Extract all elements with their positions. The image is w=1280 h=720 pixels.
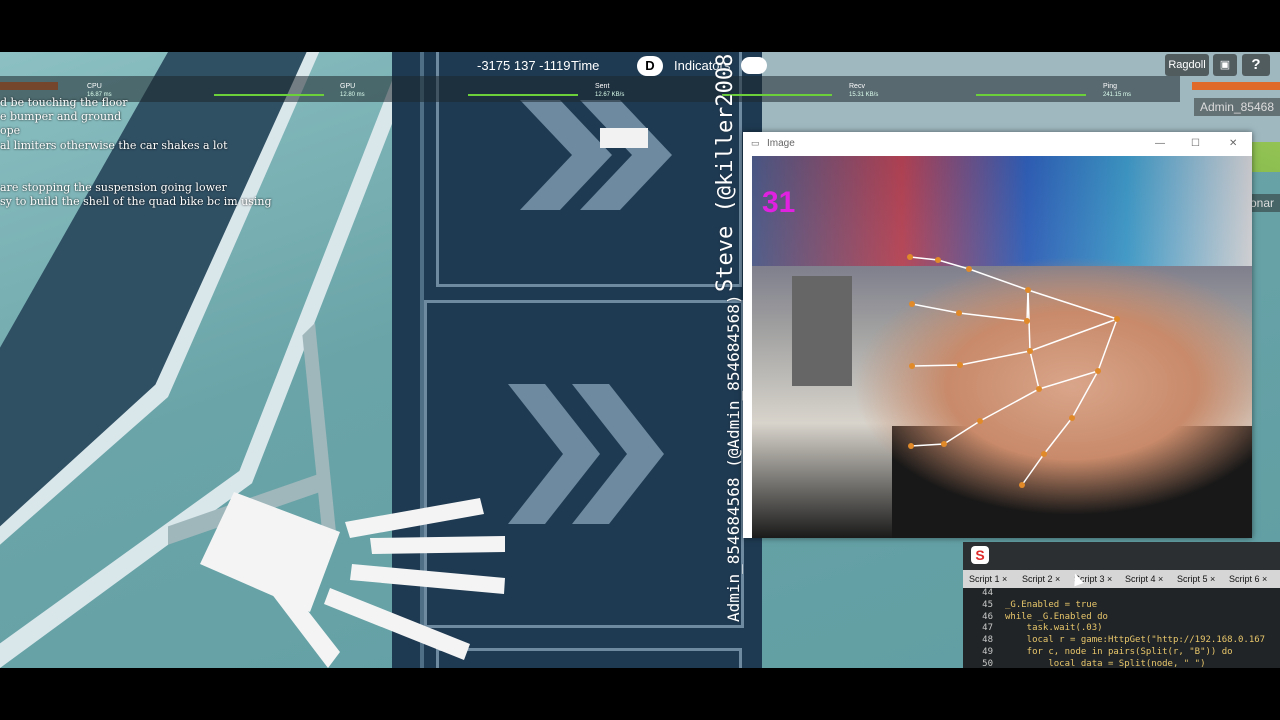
chat-line (0, 167, 272, 181)
stat-value: 12.67 KB/s (595, 92, 625, 98)
finger-counter: 31 (762, 186, 796, 219)
code-line: 46 while _G.Enabled do (963, 612, 1280, 624)
chat-line: d be touching the floor (0, 96, 128, 109)
stat-label: Recv (849, 83, 865, 90)
tab-script-6[interactable]: Script 6 × (1229, 574, 1267, 584)
stat-value: 12.80 ms (340, 92, 365, 98)
stat-sent: Sent 12.67 KB/s (595, 82, 624, 100)
code-line: 45 _G.Enabled = true (963, 600, 1280, 612)
blocky-finger (350, 564, 505, 594)
line-text: local r = game:HttpGet("http://192.168.0… (1005, 635, 1266, 646)
ragdoll-button[interactable]: Ragdoll (1165, 54, 1209, 76)
orange-bar-right (1192, 82, 1280, 90)
stat-recv: Recv 15.31 KB/s (849, 82, 878, 100)
player-character (600, 128, 648, 148)
tab-label: Script 4 (1125, 574, 1156, 584)
line-text: while _G.Enabled do (1005, 611, 1108, 622)
line-number: 48 (982, 635, 993, 646)
code-line: 49 for c, node in pairs(Split(r, "B")) d… (963, 647, 1280, 659)
admin-player-tag: Admin_85468 (1193, 98, 1280, 116)
chat-line: al limiters otherwise the car shakes a l… (0, 138, 228, 152)
help-button[interactable]: ? (1242, 54, 1270, 76)
line-text: _G.Enabled = true (1005, 599, 1098, 610)
player-nametag-steve: Steve (@killer2008 (713, 53, 738, 292)
line-number: 44 (982, 588, 993, 598)
code-line: 48 local r = game:HttpGet("http://192.16… (963, 635, 1280, 647)
chat-line: e bumper and ground (0, 110, 122, 124)
chat-line: ope (0, 124, 21, 138)
maximize-button[interactable]: ☐ (1191, 138, 1200, 149)
stat-value: 241.15 ms (1103, 92, 1132, 98)
stat-ping: Ping 241.15 ms (1103, 82, 1131, 100)
blocky-hand-palm (200, 492, 340, 612)
line-text: task.wait(.03) (1005, 623, 1103, 634)
letterbox-top (0, 0, 1280, 52)
tab-label: Script 6 (1229, 574, 1260, 584)
player-nametag-admin: Admin_854684568 (@Admin_854684568) (724, 294, 743, 622)
blocky-finger (370, 536, 505, 554)
stat-value: 15.31 KB/s (849, 92, 879, 98)
stat-label: Sent (595, 83, 610, 90)
coordinates-readout: -3175 137 -1119 (477, 58, 571, 73)
chat-line: are stopping the suspension going lower (0, 181, 227, 195)
line-number: 49 (982, 646, 993, 657)
window-icon-button[interactable]: ▣ (1213, 54, 1237, 76)
window-icon: ▣ (1219, 59, 1231, 71)
line-number: 50 (982, 658, 993, 669)
stat-label: CPU (87, 83, 102, 90)
stat-label: Ping (1103, 83, 1118, 90)
line-number: 46 (982, 611, 993, 622)
blocky-finger (324, 588, 470, 660)
line-number: 47 (982, 623, 993, 634)
blocky-finger (345, 498, 484, 538)
stat-label: GPU (340, 83, 356, 90)
time-label: Time (571, 58, 600, 73)
line-text: local data = Split(node, " ") (1005, 658, 1206, 669)
letterbox-bottom (0, 668, 1280, 720)
chat-line: sy to build the shell of the quad bike b… (0, 195, 272, 209)
chat-log: d be touching the floor e bumper and gro… (0, 96, 272, 210)
image-window: ▭ Image — ☐ ✕ 31 (743, 132, 1252, 538)
tab-script-4[interactable]: Script 4 × (1125, 574, 1163, 584)
chevron-arrow (508, 384, 600, 524)
tab-label: Script 2 (1022, 574, 1053, 584)
indicators-key[interactable]: D (637, 56, 663, 76)
code-line: 44 (963, 588, 1280, 600)
stat-graph-line (722, 94, 832, 96)
code-area[interactable]: 44 45 _G.Enabled = true 46 while _G.Enable… (963, 588, 1280, 671)
tab-label: Script 5 (1177, 574, 1208, 584)
line-text: for c, node in pairs(Split(r, "B")) do (1005, 646, 1233, 657)
code-line: 47 task.wait(.03) (963, 623, 1280, 635)
code-line: 50 local data = Split(node, " ") (963, 659, 1280, 671)
tab-script-1[interactable]: Script 1 × (969, 574, 1007, 584)
minimize-button[interactable]: — (1155, 138, 1165, 149)
tab-label: Script 1 (969, 574, 1000, 584)
stat-graph-line (468, 94, 578, 96)
indicators-toggle[interactable] (741, 57, 767, 74)
tab-script-5[interactable]: Script 5 × (1177, 574, 1215, 584)
tab-script-2[interactable]: Script 2 × (1022, 574, 1060, 584)
editor-header: S (963, 542, 1280, 570)
script-tabs: Script 1 × Script 2 × Script 3 × Script … (963, 570, 1280, 588)
image-window-titlebar[interactable]: ▭ Image — ☐ ✕ (743, 132, 1252, 156)
window-app-icon: ▭ (751, 138, 760, 148)
image-window-title: Image (767, 138, 795, 149)
chat-line (0, 153, 272, 167)
stat-graph-line (976, 94, 1086, 96)
executor-logo-icon: S (971, 546, 989, 564)
close-button[interactable]: ✕ (1229, 138, 1237, 149)
line-number: 45 (982, 599, 993, 610)
script-editor: S Script 1 × Script 2 × Script 3 × Scrip… (963, 542, 1280, 671)
stat-gpu: GPU 12.80 ms (340, 82, 365, 100)
webcam-feed: 31 (752, 156, 1252, 538)
hand-landmarks (907, 254, 1120, 488)
